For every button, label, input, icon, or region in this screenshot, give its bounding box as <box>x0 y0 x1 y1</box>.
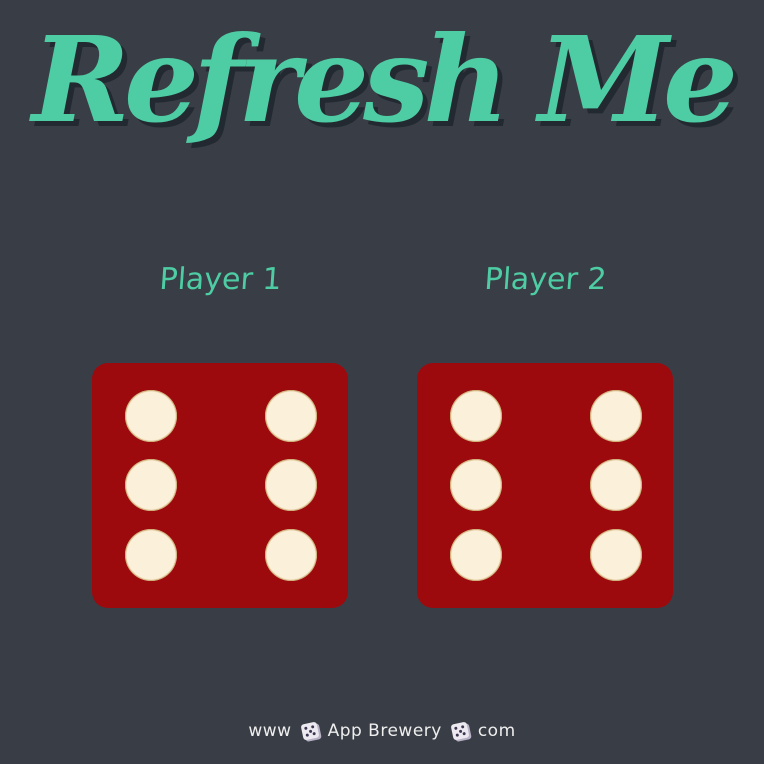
page-title: Refresh Me <box>31 10 738 149</box>
die-pip <box>125 459 177 511</box>
footer-suffix: com <box>477 721 516 741</box>
dice-icon <box>300 721 320 741</box>
die-pip <box>450 459 502 511</box>
player-1-label: Player 1 <box>158 262 283 297</box>
footer-brand: App Brewery <box>327 721 442 741</box>
footer: www App Brewery com <box>0 714 764 748</box>
dice-icon <box>450 721 470 741</box>
player-2-label: Player 2 <box>483 262 608 297</box>
die-pip <box>125 390 177 442</box>
die-pip <box>450 390 502 442</box>
die-pip <box>265 529 317 581</box>
die-pip <box>590 390 642 442</box>
die-pip <box>125 529 177 581</box>
die-pip <box>590 459 642 511</box>
die-pip <box>265 459 317 511</box>
die-pip <box>265 390 317 442</box>
player-2-die <box>417 363 673 608</box>
page: Refresh Me Player 1 Player 2 www App Bre… <box>0 0 764 764</box>
die-pip <box>450 529 502 581</box>
die-pip <box>590 529 642 581</box>
player-1-die <box>92 363 348 608</box>
footer-prefix: www <box>248 721 292 741</box>
